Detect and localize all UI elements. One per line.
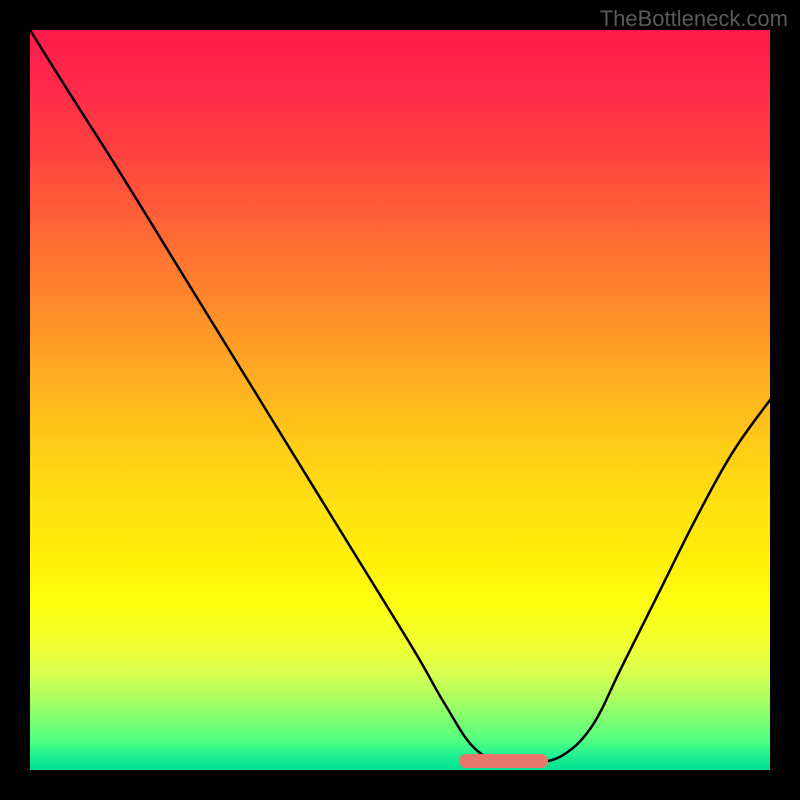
bottleneck-curve <box>30 30 770 770</box>
optimal-range-highlight <box>459 754 548 768</box>
watermark-text: TheBottleneck.com <box>600 6 788 32</box>
chart-plot-area <box>30 30 770 770</box>
